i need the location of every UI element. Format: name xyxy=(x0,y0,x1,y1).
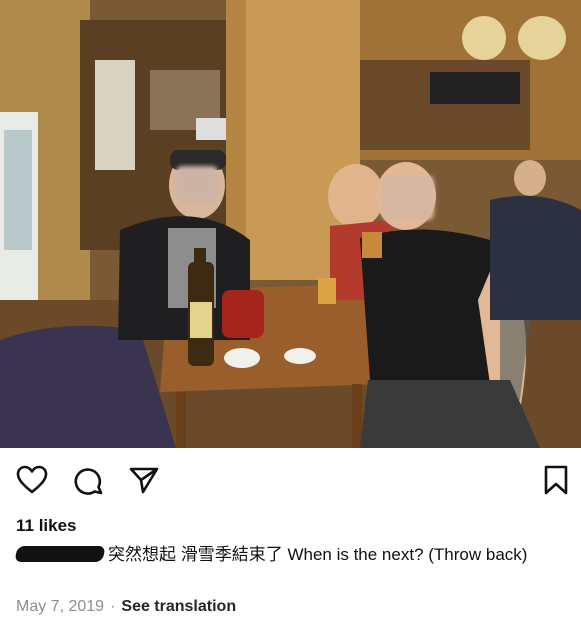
likes-count[interactable]: 11 likes xyxy=(16,516,77,536)
post-photo[interactable] xyxy=(0,0,581,448)
redacted-username xyxy=(14,546,106,562)
post-caption: 突然想起 滑雪季結束了 When is the next? (Throw bac… xyxy=(14,542,566,567)
bookmark-icon[interactable] xyxy=(538,462,574,498)
heart-icon[interactable] xyxy=(14,462,50,498)
blurred-face xyxy=(176,166,218,202)
caption-text: 突然想起 滑雪季結束了 When is the next? (Throw bac… xyxy=(108,545,528,564)
meta-separator: · xyxy=(110,598,116,615)
post-action-bar xyxy=(0,448,581,512)
blurred-face xyxy=(382,176,434,220)
post-meta: May 7, 2019 · See translation xyxy=(16,598,236,616)
comment-icon[interactable] xyxy=(70,462,106,498)
see-translation-link[interactable]: See translation xyxy=(121,598,236,615)
send-icon[interactable] xyxy=(126,462,162,498)
post-date: May 7, 2019 xyxy=(16,598,105,615)
